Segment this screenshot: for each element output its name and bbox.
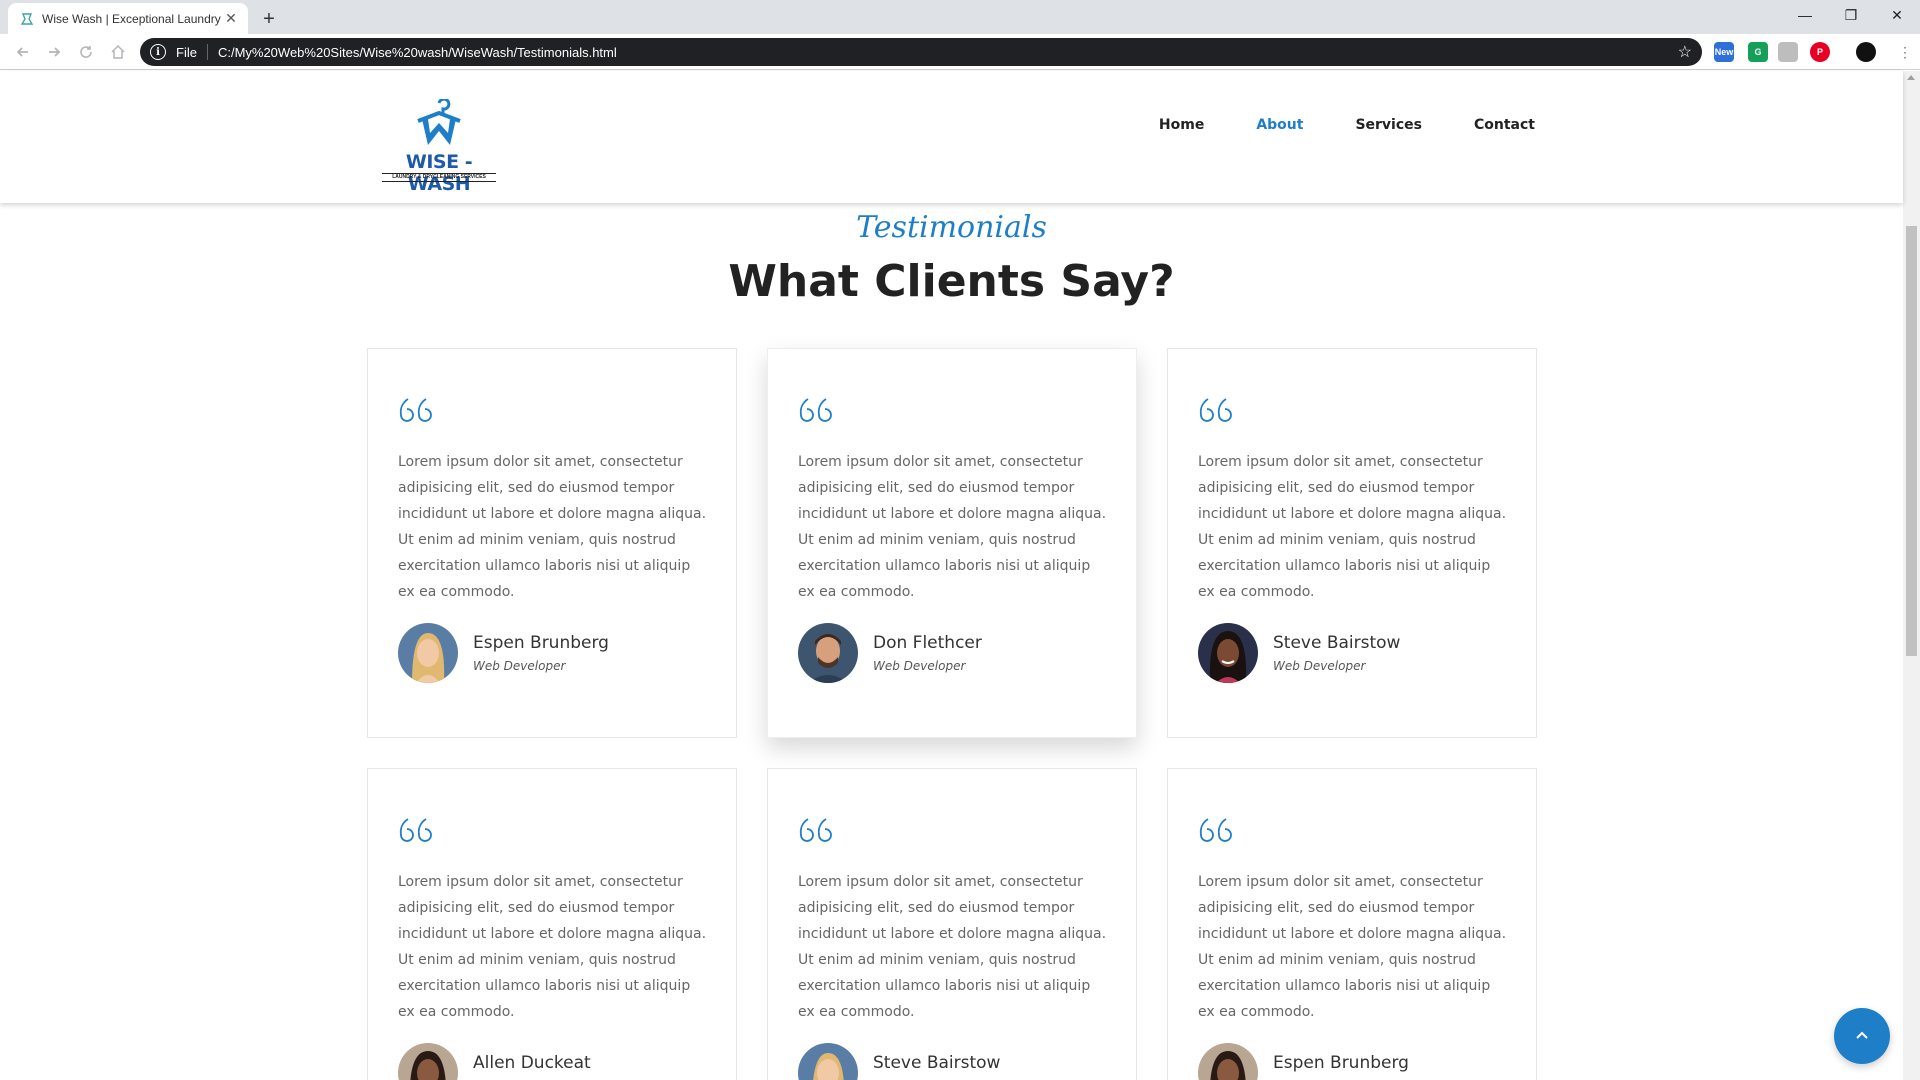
testimonial-card: Lorem ipsum dolor sit amet, consectetur … xyxy=(767,348,1137,738)
browser-tabstrip: Wise Wash | Exceptional Laundry ✕ + — ❐ … xyxy=(0,0,1920,34)
chevron-up-icon xyxy=(1856,1031,1868,1039)
restore-button[interactable]: ❐ xyxy=(1828,0,1874,30)
client-avatar xyxy=(798,623,858,683)
minimize-button[interactable]: — xyxy=(1782,0,1828,30)
info-icon[interactable]: i xyxy=(150,44,166,60)
testimonial-card: Lorem ipsum dolor sit amet, consectetur … xyxy=(367,348,737,738)
profile-icon[interactable] xyxy=(1856,42,1876,62)
testimonial-text: Lorem ipsum dolor sit amet, consectetur … xyxy=(1198,874,1507,1020)
address-scheme-label: File xyxy=(176,44,197,60)
main-nav: Home About Services Contact xyxy=(1133,117,1535,133)
scrollbar-thumb[interactable] xyxy=(1906,226,1917,656)
forward-arrow-icon[interactable] xyxy=(43,41,65,63)
site-logo[interactable]: WISE - WASH LAUNDRY & DRYCLEANING SERVIC… xyxy=(378,97,500,195)
client-avatar xyxy=(398,1043,458,1080)
quote-icon xyxy=(799,398,832,422)
address-bar[interactable]: i File C:/My%20Web%20Sites/Wise%20wash/W… xyxy=(140,38,1702,66)
browser-toolbar: i File C:/My%20Web%20Sites/Wise%20wash/W… xyxy=(0,34,1920,70)
testimonial-text: Lorem ipsum dolor sit amet, consectetur … xyxy=(798,454,1107,600)
grammarly-icon[interactable]: G xyxy=(1748,42,1768,62)
back-to-top-button[interactable] xyxy=(1834,1008,1890,1064)
tab-close-icon[interactable]: ✕ xyxy=(222,10,240,27)
testimonial-text: Lorem ipsum dolor sit amet, consectetur … xyxy=(398,874,707,1020)
client-name: Allen Duckeat xyxy=(473,1053,591,1073)
page-scrollbar[interactable] xyxy=(1903,71,1920,1080)
nav-about[interactable]: About xyxy=(1230,117,1329,133)
testimonial-text: Lorem ipsum dolor sit amet, consectetur … xyxy=(1198,454,1507,600)
nav-home[interactable]: Home xyxy=(1133,117,1230,133)
site-header: WISE - WASH LAUNDRY & DRYCLEANING SERVIC… xyxy=(0,71,1903,203)
client-avatar xyxy=(1198,623,1258,683)
browser-menu-icon[interactable]: ⋮ xyxy=(1898,44,1912,61)
client-name: Espen Brunberg xyxy=(1273,1053,1409,1073)
quote-icon xyxy=(1199,398,1232,422)
testimonial-card: Lorem ipsum dolor sit amet, consectetur … xyxy=(767,768,1137,1080)
quote-icon xyxy=(399,398,432,422)
pinterest-icon[interactable]: P xyxy=(1810,42,1830,62)
reload-icon[interactable] xyxy=(75,41,97,63)
testimonial-text: Lorem ipsum dolor sit amet, consectetur … xyxy=(798,874,1107,1020)
address-url[interactable]: C:/My%20Web%20Sites/Wise%20wash/WiseWash… xyxy=(218,45,1678,60)
client-name: Steve Bairstow xyxy=(873,1053,1001,1073)
client-name: Steve Bairstow xyxy=(1273,633,1401,653)
logo-tagline: LAUNDRY & DRYCLEANING SERVICES xyxy=(382,173,496,182)
window-controls: — ❐ ✕ xyxy=(1782,0,1920,30)
nav-services[interactable]: Services xyxy=(1329,117,1448,133)
scroll-up-arrow-icon[interactable] xyxy=(1907,75,1915,80)
browser-tab[interactable]: Wise Wash | Exceptional Laundry ✕ xyxy=(8,3,248,34)
client-role: Web Developer xyxy=(473,659,566,673)
testimonial-card: Lorem ipsum dolor sit amet, consectetur … xyxy=(367,768,737,1080)
testimonial-card: Lorem ipsum dolor sit amet, consectetur … xyxy=(1167,348,1537,738)
site-favicon-icon xyxy=(20,12,34,26)
home-icon[interactable] xyxy=(107,41,129,63)
testimonial-text: Lorem ipsum dolor sit amet, consectetur … xyxy=(398,454,707,600)
back-arrow-icon[interactable] xyxy=(12,41,34,63)
section-title: What Clients Say? xyxy=(728,256,1175,307)
client-avatar xyxy=(798,1043,858,1080)
bookmark-star-icon[interactable]: ☆ xyxy=(1678,42,1692,62)
client-role: Web Developer xyxy=(873,659,966,673)
client-name: Don Flethcer xyxy=(873,633,982,653)
close-window-button[interactable]: ✕ xyxy=(1874,0,1920,30)
quote-icon xyxy=(799,818,832,842)
new-extension-icon[interactable]: New xyxy=(1714,42,1734,62)
client-avatar xyxy=(398,623,458,683)
quote-icon xyxy=(399,818,432,842)
client-avatar xyxy=(1198,1043,1258,1080)
quote-icon xyxy=(1199,818,1232,842)
hanger-logo-icon xyxy=(417,97,461,145)
tab-title: Wise Wash | Exceptional Laundry xyxy=(42,11,221,26)
section-subtitle: Testimonials xyxy=(856,210,1047,245)
testimonial-card: Lorem ipsum dolor sit amet, consectetur … xyxy=(1167,768,1537,1080)
new-tab-button[interactable]: + xyxy=(256,6,282,32)
client-name: Espen Brunberg xyxy=(473,633,609,653)
client-role: Web Developer xyxy=(1273,659,1366,673)
pdf-extension-icon[interactable] xyxy=(1778,42,1798,62)
address-separator xyxy=(206,44,208,60)
nav-contact[interactable]: Contact xyxy=(1448,117,1535,133)
